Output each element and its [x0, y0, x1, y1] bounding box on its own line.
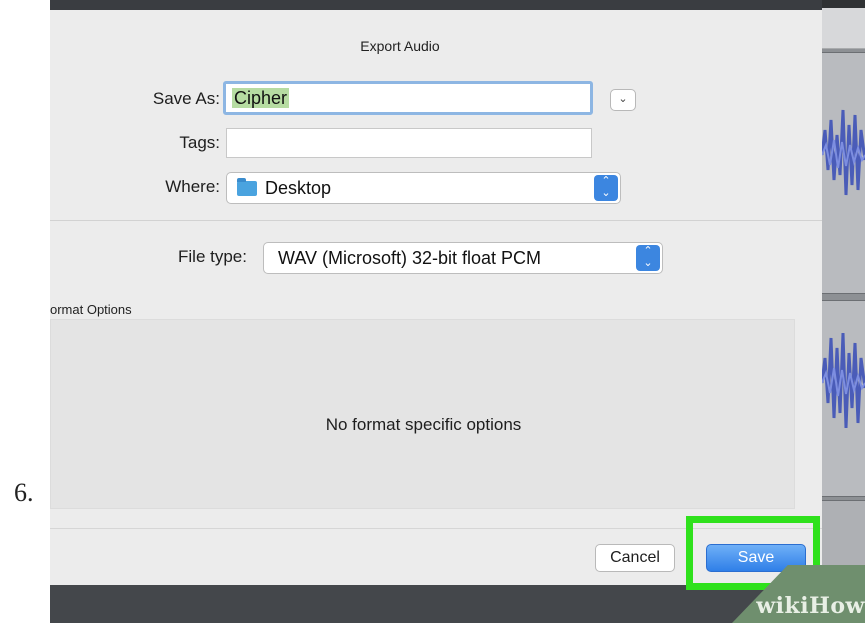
step-number: 6. [14, 478, 34, 507]
screenshot: Export Audio Save As: Cipher ⌄ Tags: Whe… [50, 0, 865, 623]
dialog-title: Export Audio [360, 38, 440, 54]
background-toolbar [822, 8, 865, 49]
file-type-label: File type: [178, 247, 247, 266]
folder-icon [237, 178, 257, 196]
tags-label: Tags: [179, 133, 220, 152]
format-options-panel: No format specific options [50, 319, 795, 509]
cancel-button[interactable]: Cancel [595, 544, 675, 572]
file-type-popup-button[interactable]: WAV (Microsoft) 32-bit float PCM ⌃ ⌄ [263, 242, 663, 274]
background-top-bar [822, 0, 865, 8]
tags-field[interactable] [226, 128, 592, 158]
up-down-arrows-icon: ⌃ ⌄ [594, 175, 618, 201]
expand-dialog-button[interactable]: ⌄ [610, 89, 636, 111]
where-popup-button[interactable]: Desktop ⌃ ⌄ [226, 172, 621, 204]
up-down-arrows-icon: ⌃ ⌄ [636, 245, 660, 271]
format-options-message: No format specific options [325, 415, 522, 434]
export-audio-dialog: Export Audio Save As: Cipher ⌄ Tags: Whe… [50, 10, 822, 585]
chevron-down-icon: ⌄ [618, 93, 628, 105]
filename-text: Cipher [232, 88, 290, 108]
background-audio-app [822, 0, 865, 623]
watermark-text: wikiHow [756, 593, 865, 619]
save-as-label: Save As: [152, 89, 220, 108]
watermark-suffix: How [809, 593, 865, 619]
save-as-field[interactable]: Cipher [223, 81, 593, 115]
waveform [822, 109, 865, 196]
file-type-value: WAV (Microsoft) 32-bit float PCM [278, 248, 542, 268]
where-value: Desktop [265, 178, 332, 198]
watermark-prefix: wiki [756, 593, 810, 619]
waveform [822, 332, 865, 429]
format-options-label: ormat Options [50, 302, 132, 317]
where-label: Where: [165, 177, 220, 196]
divider [50, 220, 822, 221]
